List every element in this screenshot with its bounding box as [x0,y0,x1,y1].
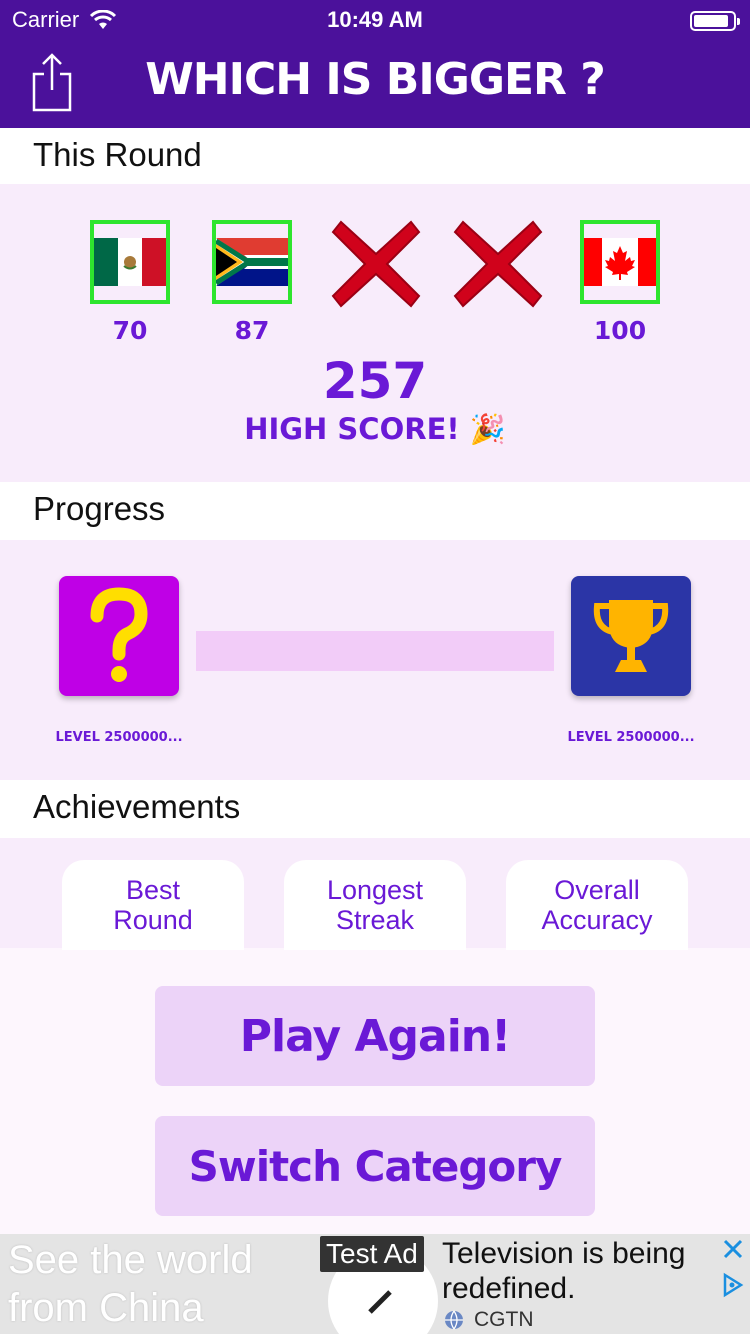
ad-choices-icon[interactable] [722,1272,744,1298]
round-score-5: 100 [593,316,647,345]
battery-icon [690,11,740,31]
round-slot-5 [580,220,660,304]
current-level-tile [59,576,179,696]
level-progress-bar [196,631,554,671]
progress-title: Progress [33,490,166,527]
south-africa-flag-icon [216,238,288,286]
round-score-2: 87 [234,316,270,345]
canada-flag-icon [584,238,656,286]
chevron-right-icon [368,1290,392,1314]
ad-tag: Test Ad [320,1236,424,1272]
progress-panel: LEVEL 2500000... LEVEL 2500000... [0,540,750,780]
achievements-header: Achievements [0,780,750,838]
high-score-badge: HIGH SCORE! 🎉 [244,412,506,446]
ad-source: CGTN [444,1308,534,1332]
question-mark-icon [90,587,148,682]
wrong-x-icon [453,220,543,308]
ad-image-text: See the world from China [8,1238,253,1330]
next-level-label: LEVEL 2500000... [567,730,695,745]
achievement-overall-accuracy[interactable]: Overall Accuracy [506,860,688,950]
close-icon[interactable] [722,1238,744,1260]
round-score-1: 70 [112,316,148,345]
mexico-flag-icon [94,238,166,286]
trophy-icon [593,600,669,672]
achievement-longest-streak[interactable]: Longest Streak [284,860,466,950]
achievements-title: Achievements [33,788,241,825]
round-slot-1 [90,220,170,304]
ad-banner[interactable]: See the world from China Test Ad Televis… [0,1234,750,1334]
globe-icon [445,1310,463,1330]
clock: 10:49 AM [327,7,423,32]
next-level-tile [571,576,691,696]
this-round-header: This Round [0,128,750,184]
nav-bar: WHICH IS BIGGER ? [0,40,750,128]
achievement-best-round[interactable]: Best Round [62,860,244,950]
app-title: WHICH IS BIGGER ? [145,54,605,105]
round-slot-2 [212,220,292,304]
round-total-score: 257 [322,352,428,410]
ad-headline: Television is being redefined. [442,1237,686,1305]
play-again-button[interactable]: Play Again! [155,986,595,1086]
switch-category-button[interactable]: Switch Category [155,1116,595,1216]
current-level-label: LEVEL 2500000... [55,730,183,745]
achievements-panel: Best Round Longest Streak Overall Accuracy [0,838,750,950]
this-round-title: This Round [33,136,202,173]
progress-header: Progress [0,482,750,540]
status-bar: Carrier 10:49 AM [0,0,750,40]
this-round-panel: 70 87 100 257 HIGH SCORE! 🎉 [0,184,750,482]
wrong-x-icon [331,220,421,308]
